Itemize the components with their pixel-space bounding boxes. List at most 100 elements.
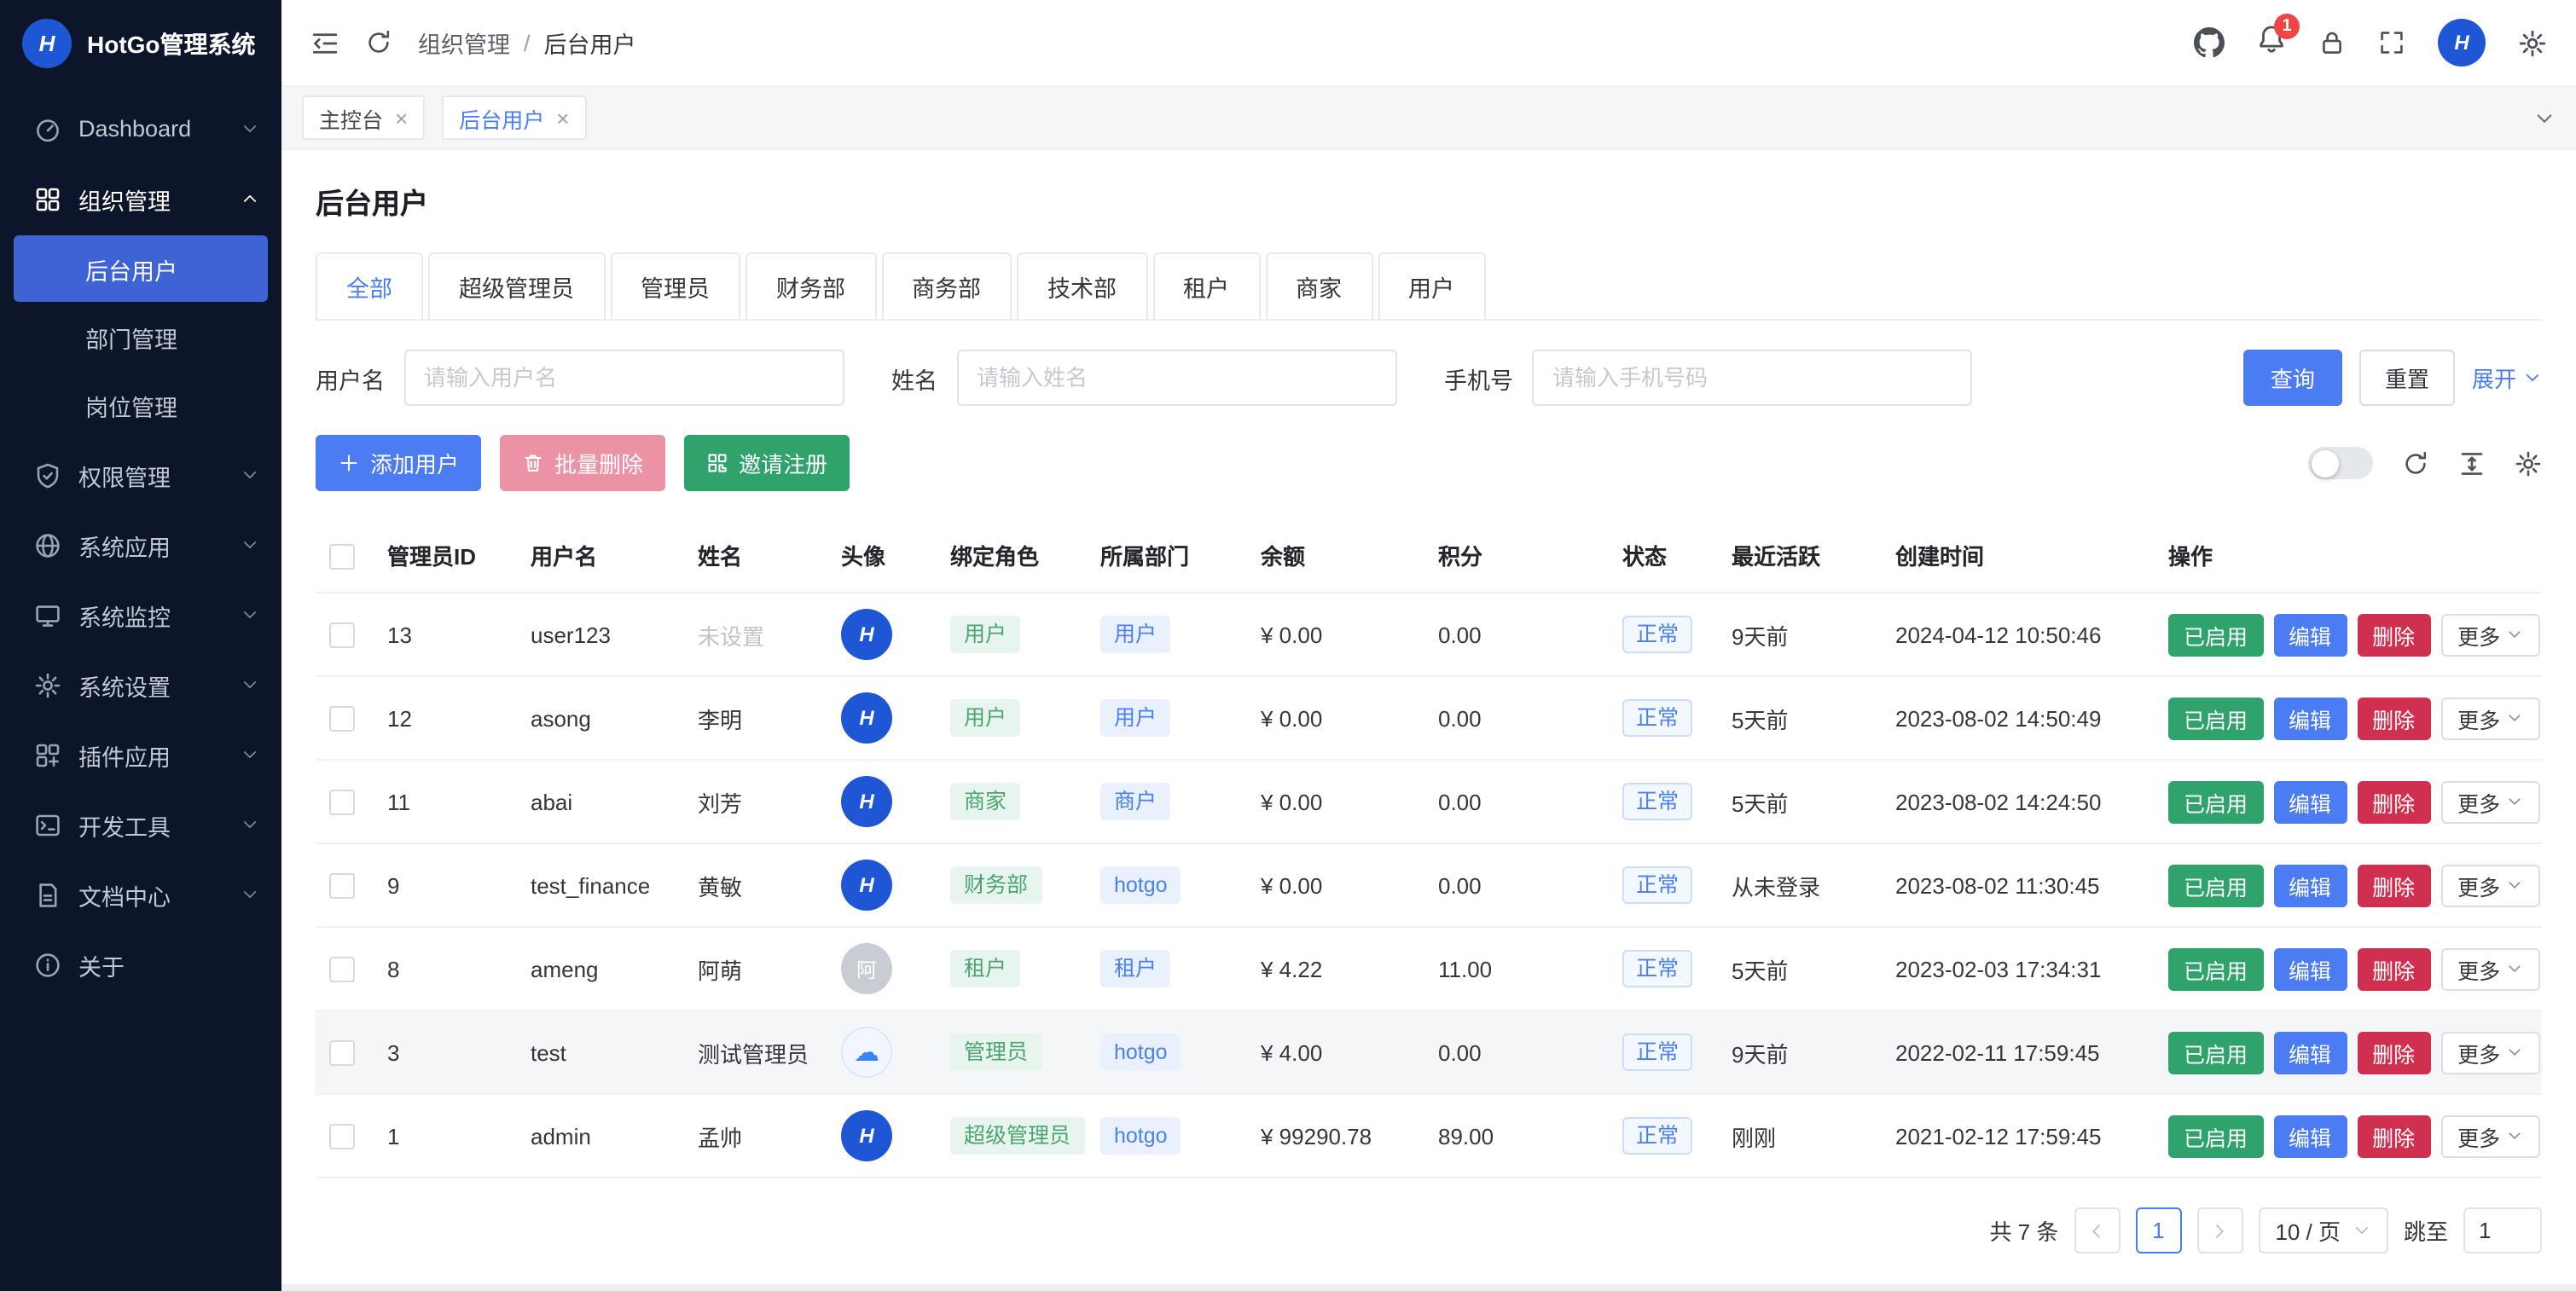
batch-delete-button[interactable]: 批量删除 [500,435,665,491]
more-button[interactable]: 更多 [2440,780,2539,823]
edit-button[interactable]: 编辑 [2273,1114,2347,1157]
delete-button[interactable]: 删除 [2357,697,2430,739]
filter-input[interactable] [956,350,1396,406]
breadcrumb-item[interactable]: 组织管理 [418,26,510,60]
toggle-switch[interactable] [2308,447,2373,479]
add-user-button[interactable]: 添加用户 [316,435,481,491]
enabled-button[interactable]: 已启用 [2168,613,2263,656]
sidebar-item[interactable]: 插件应用 [0,720,281,790]
chevron-down-icon[interactable] [2533,107,2556,129]
role-tab[interactable]: 用户 [1378,252,1485,319]
row-checkbox[interactable] [329,790,355,815]
invite-register-button[interactable]: 邀请注册 [684,435,850,491]
more-button[interactable]: 更多 [2440,864,2539,906]
role-tab[interactable]: 财务部 [746,252,876,319]
delete-button[interactable]: 删除 [2357,864,2430,906]
edit-button[interactable]: 编辑 [2273,780,2347,823]
edit-button[interactable]: 编辑 [2273,864,2347,906]
refresh-table-icon[interactable] [2402,449,2429,477]
delete-button[interactable]: 删除 [2357,613,2430,656]
enabled-button[interactable]: 已启用 [2168,697,2263,739]
close-icon[interactable]: × [395,107,408,129]
enabled-button[interactable]: 已启用 [2168,780,2263,823]
sidebar-item[interactable]: 文档中心 [0,860,281,929]
more-button[interactable]: 更多 [2440,613,2539,656]
row-checkbox[interactable] [329,873,355,899]
prev-page-button[interactable] [2074,1207,2120,1253]
tab-chip[interactable]: 主控台× [302,96,425,140]
app-logo[interactable]: H HotGo管理系统 [0,0,281,87]
gear-icon[interactable] [2518,28,2547,57]
filter-groups: 用户名姓名手机号 [316,350,2020,406]
more-button[interactable]: 更多 [2440,947,2539,990]
row-checkbox[interactable] [329,957,355,982]
role-tab[interactable]: 全部 [316,252,423,319]
filter-input[interactable] [403,350,844,406]
next-page-button[interactable] [2196,1207,2242,1253]
sidebar-item-label: 插件应用 [78,738,223,772]
delete-button[interactable]: 删除 [2357,780,2430,823]
row-checkbox[interactable] [329,706,355,732]
delete-button[interactable]: 删除 [2357,1114,2430,1157]
refresh-icon[interactable] [365,29,392,56]
notifications-button[interactable]: 1 [2257,24,2286,61]
enabled-button[interactable]: 已启用 [2168,1031,2263,1074]
cell-status: 正常 [1609,843,1718,927]
sidebar-item[interactable]: 关于 [0,929,281,999]
sidebar-item[interactable]: Dashboard [0,94,281,164]
sidebar-subitem[interactable]: 部门管理 [14,304,268,370]
sidebar-item[interactable]: 系统设置 [0,650,281,720]
edit-button[interactable]: 编辑 [2273,947,2347,990]
role-tab[interactable]: 技术部 [1017,252,1147,319]
sidebar-item[interactable]: 权限管理 [0,440,281,510]
edit-button[interactable]: 编辑 [2273,697,2347,739]
more-button[interactable]: 更多 [2440,1031,2539,1074]
role-tab[interactable]: 超级管理员 [428,252,605,319]
more-button[interactable]: 更多 [2440,1114,2539,1157]
lock-icon[interactable] [2318,29,2346,56]
edit-button[interactable]: 编辑 [2273,1031,2347,1074]
menu-collapse-icon[interactable] [310,28,339,57]
search-button[interactable]: 查询 [2243,350,2342,406]
table-settings-gear-icon[interactable] [2515,449,2542,477]
jump-page-input[interactable] [2463,1207,2542,1253]
role-tab[interactable]: 商家 [1265,252,1372,319]
edit-button[interactable]: 编辑 [2273,613,2347,656]
filter-input[interactable] [1532,350,1972,406]
expand-filters-button[interactable]: 展开 [2472,362,2542,394]
column-height-icon[interactable] [2458,449,2486,477]
page-size-select[interactable]: 10 / 页 [2258,1207,2388,1253]
role-tab[interactable]: 租户 [1152,252,1260,319]
jump-label: 跳至 [2404,1214,2448,1247]
delete-button[interactable]: 删除 [2357,1031,2430,1074]
user-avatar[interactable]: H [2438,19,2486,67]
row-checkbox[interactable] [329,622,355,648]
status-badge: 正常 [1622,865,1692,905]
delete-button[interactable]: 删除 [2357,947,2430,990]
cell-admin-id: 8 [374,927,517,1010]
select-all-checkbox[interactable] [329,543,355,569]
sidebar-item[interactable]: 系统应用 [0,510,281,580]
cell-created-at: 2024-04-12 10:50:46 [1882,593,2155,676]
sidebar-subitem[interactable]: 后台用户 [14,235,268,302]
tab-chip[interactable]: 后台用户× [442,96,586,140]
reset-button[interactable]: 重置 [2359,350,2455,406]
sidebar-item[interactable]: 系统监控 [0,580,281,650]
sidebar-subitem[interactable]: 岗位管理 [14,372,268,438]
fullscreen-icon[interactable] [2378,29,2405,56]
row-checkbox[interactable] [329,1124,355,1149]
cell-name: 李明 [684,676,827,760]
enabled-button[interactable]: 已启用 [2168,1114,2263,1157]
enabled-button[interactable]: 已启用 [2168,864,2263,906]
sidebar-item[interactable]: 组织管理 [0,164,281,234]
more-button[interactable]: 更多 [2440,697,2539,739]
row-checkbox[interactable] [329,1040,355,1066]
sidebar-item[interactable]: 开发工具 [0,790,281,860]
role-tab[interactable]: 商务部 [881,252,1012,319]
close-icon[interactable]: × [556,107,569,129]
page-number-button[interactable]: 1 [2135,1207,2181,1253]
table-row: 9test_finance黄敏H财务部hotgo¥ 0.000.00正常从未登录… [316,843,2542,927]
enabled-button[interactable]: 已启用 [2168,947,2263,990]
github-icon[interactable] [2194,27,2225,58]
role-tab[interactable]: 管理员 [610,252,740,319]
